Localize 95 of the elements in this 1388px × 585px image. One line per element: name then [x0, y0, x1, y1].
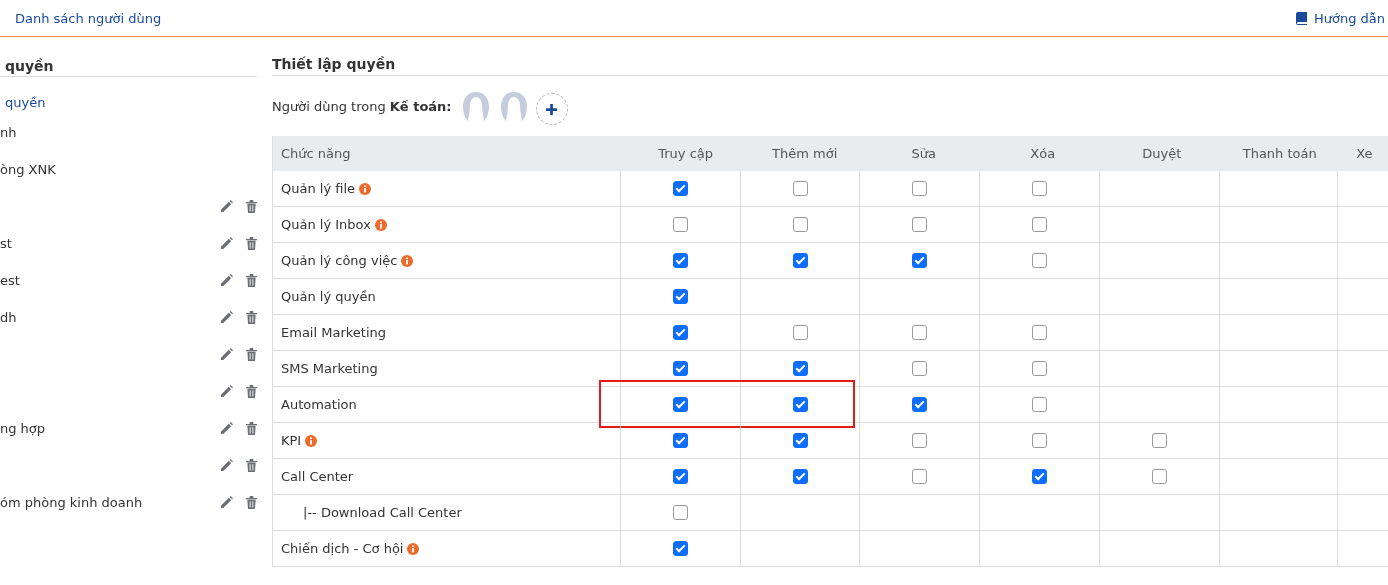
checkbox[interactable]	[672, 253, 688, 268]
function-name: Quản lý quyền	[281, 289, 376, 304]
checkbox[interactable]	[792, 181, 808, 196]
pencil-icon[interactable]	[220, 311, 233, 324]
checkbox[interactable]	[912, 361, 928, 376]
group-name[interactable]: ng hợp	[0, 421, 46, 436]
checkbox[interactable]	[1152, 469, 1168, 484]
group-name[interactable]: òng XNK	[0, 162, 56, 177]
trash-icon[interactable]	[246, 274, 257, 287]
checkbox[interactable]	[672, 433, 688, 448]
pencil-icon[interactable]	[220, 422, 233, 435]
function-name: Chiến dịch - Cơ hội	[281, 541, 404, 556]
checkbox[interactable]	[672, 361, 688, 376]
info-icon	[374, 218, 387, 231]
trash-icon[interactable]	[246, 496, 257, 509]
checkbox[interactable]	[912, 469, 928, 484]
group-name[interactable]: dh	[0, 310, 17, 325]
checkbox[interactable]	[792, 253, 808, 268]
function-name: Quản lý công việc	[281, 253, 398, 268]
info-icon	[401, 254, 414, 267]
checkbox[interactable]	[1032, 253, 1048, 268]
pencil-icon[interactable]	[220, 274, 233, 287]
column-header: Sửa	[910, 145, 937, 163]
info-icon	[407, 542, 420, 555]
checkbox[interactable]	[1032, 325, 1048, 340]
pencil-icon[interactable]	[220, 496, 233, 509]
function-name: SMS Marketing	[281, 361, 378, 376]
trash-icon[interactable]	[246, 348, 257, 361]
checkbox[interactable]	[792, 397, 808, 412]
checkbox[interactable]	[912, 181, 928, 196]
pencil-icon[interactable]	[220, 385, 233, 398]
sidebar-link[interactable]: quyền	[0, 77, 257, 114]
add-member-button[interactable]	[535, 93, 568, 125]
checkbox[interactable]	[792, 433, 808, 448]
group-name[interactable]: est	[0, 273, 20, 288]
checkbox[interactable]	[1032, 397, 1048, 412]
function-name: KPI	[281, 433, 302, 448]
section-title: Thiết lập quyền	[272, 37, 1388, 76]
help-link[interactable]: Hướng dẫn	[1294, 10, 1385, 26]
pencil-icon[interactable]	[220, 200, 233, 213]
column-header: Xe	[1355, 145, 1374, 163]
column-header: Chức năng	[280, 145, 352, 163]
pencil-icon[interactable]	[220, 237, 233, 250]
checkbox[interactable]	[1032, 361, 1048, 376]
checkbox[interactable]	[912, 217, 928, 232]
book-icon	[1294, 11, 1307, 25]
trash-icon[interactable]	[246, 385, 257, 398]
trash-icon[interactable]	[246, 200, 257, 213]
checkbox[interactable]	[672, 289, 688, 304]
user-list-link[interactable]: Danh sách người dùng	[15, 10, 162, 26]
info-icon	[359, 182, 372, 195]
column-header: Duyệt	[1141, 145, 1183, 163]
column-header: Truy cập	[657, 145, 715, 163]
checkbox[interactable]	[792, 361, 808, 376]
checkbox[interactable]	[792, 325, 808, 340]
info-icon	[305, 434, 318, 447]
column-header: Xóa	[1029, 145, 1057, 163]
checkbox[interactable]	[1032, 181, 1048, 196]
function-name: Quản lý file	[281, 181, 356, 196]
checkbox[interactable]	[672, 325, 688, 340]
trash-icon[interactable]	[246, 311, 257, 324]
trash-icon[interactable]	[246, 237, 257, 250]
column-header: Thêm mới	[771, 145, 839, 163]
checkbox[interactable]	[1032, 433, 1048, 448]
trash-icon[interactable]	[246, 422, 257, 435]
checkbox[interactable]	[672, 397, 688, 412]
function-name: Automation	[281, 397, 357, 412]
group-name[interactable]: st	[0, 236, 12, 251]
function-name: Email Marketing	[281, 325, 386, 340]
checkbox[interactable]	[672, 541, 688, 556]
group-name[interactable]: nh	[0, 125, 17, 140]
checkbox[interactable]	[672, 181, 688, 196]
checkbox[interactable]	[1032, 469, 1048, 484]
pencil-icon[interactable]	[220, 459, 233, 472]
column-header: Thanh toán	[1241, 145, 1318, 163]
checkbox[interactable]	[672, 469, 688, 484]
checkbox[interactable]	[1152, 433, 1168, 448]
function-name: Call Center	[281, 469, 354, 484]
checkbox[interactable]	[912, 397, 928, 412]
checkbox[interactable]	[1032, 217, 1048, 232]
function-name: |-- Download Call Center	[302, 505, 462, 520]
members-label: Người dùng trong Kế toán:	[272, 98, 452, 114]
pencil-icon[interactable]	[220, 348, 233, 361]
plus-icon	[546, 103, 558, 115]
sidebar-title: quyền	[0, 37, 257, 77]
checkbox[interactable]	[912, 433, 928, 448]
group-name[interactable]: óm phòng kinh doanh	[0, 495, 143, 510]
checkbox[interactable]	[792, 217, 808, 232]
trash-icon[interactable]	[246, 459, 257, 472]
checkbox[interactable]	[672, 217, 688, 232]
checkbox[interactable]	[912, 253, 928, 268]
checkbox[interactable]	[792, 469, 808, 484]
function-name: Quản lý Inbox	[281, 217, 371, 232]
checkbox[interactable]	[912, 325, 928, 340]
checkbox[interactable]	[672, 505, 688, 520]
